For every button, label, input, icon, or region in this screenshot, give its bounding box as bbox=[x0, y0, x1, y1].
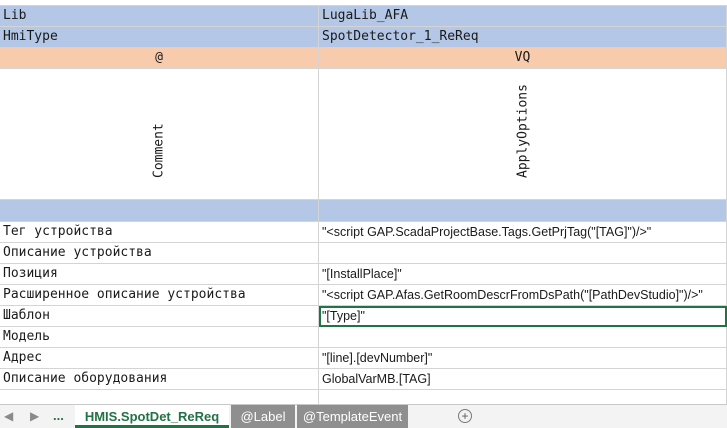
cell-data-value[interactable] bbox=[319, 327, 727, 348]
header-comment-text: Comment bbox=[151, 123, 167, 178]
spreadsheet-grid: Lib LugaLib_AFA HmiType SpotDetector_1_R… bbox=[0, 0, 727, 404]
tab-hmis-spotdet-rereq[interactable]: HMIS.SpotDet_ReReq bbox=[75, 405, 229, 428]
cell-marker-at[interactable]: @ bbox=[0, 48, 319, 69]
cell-data-value-selected[interactable]: "[Type]" bbox=[319, 306, 727, 327]
cell-data-key[interactable]: Тег устройства bbox=[0, 222, 319, 243]
cell-empty[interactable] bbox=[0, 390, 319, 404]
cell-data-value[interactable]: "[InstallPlace]" bbox=[319, 264, 727, 285]
cell-empty[interactable] bbox=[319, 390, 727, 404]
cell-data-key[interactable]: Расширенное описание устройства bbox=[0, 285, 319, 306]
tab-template-event[interactable]: @TemplateEvent bbox=[297, 405, 408, 428]
cell-header-applyoptions[interactable]: ApplyOptions bbox=[319, 69, 727, 200]
cell-marker-vq[interactable]: VQ bbox=[319, 48, 727, 69]
cell-separator-left[interactable] bbox=[0, 200, 319, 222]
cell-hmitype-key[interactable]: HmiType bbox=[0, 27, 319, 48]
cell-data-value[interactable]: "<script GAP.ScadaProjectBase.Tags.GetPr… bbox=[319, 222, 727, 243]
cell-data-value[interactable] bbox=[319, 243, 727, 264]
scroll-tabs-right-icon[interactable]: ▶ bbox=[30, 409, 39, 423]
scroll-tabs-left-icon[interactable]: ◀ bbox=[4, 409, 13, 423]
cell-lib-key[interactable]: Lib bbox=[0, 6, 319, 27]
cell-lib-value[interactable]: LugaLib_AFA bbox=[319, 6, 727, 27]
cell-data-key[interactable]: Адрес bbox=[0, 348, 319, 369]
cell-header-comment[interactable]: Comment bbox=[0, 69, 319, 200]
cell-data-key[interactable]: Описание устройства bbox=[0, 243, 319, 264]
more-sheets-ellipsis[interactable]: ... bbox=[53, 408, 64, 423]
cell-data-key[interactable]: Шаблон bbox=[0, 306, 319, 327]
sheet-tab-bar: ◀ ▶ ... HMIS.SpotDet_ReReq @Label @Templ… bbox=[0, 404, 727, 428]
add-sheet-icon[interactable]: + bbox=[458, 409, 472, 423]
cell-hmitype-value[interactable]: SpotDetector_1_ReReq bbox=[319, 27, 727, 48]
tab-label[interactable]: @Label bbox=[231, 405, 295, 428]
cell-data-value[interactable]: GlobalVarMB.[TAG] bbox=[319, 369, 727, 390]
cell-separator-right[interactable] bbox=[319, 200, 727, 222]
cell-data-value[interactable]: "<script GAP.Afas.GetRoomDescrFromDsPath… bbox=[319, 285, 727, 306]
header-applyoptions-text: ApplyOptions bbox=[515, 84, 530, 178]
cell-data-key[interactable]: Описание оборудования bbox=[0, 369, 319, 390]
cell-data-key[interactable]: Позиция bbox=[0, 264, 319, 285]
cell-data-key[interactable]: Модель bbox=[0, 327, 319, 348]
cell-data-value[interactable]: "[line].[devNumber]" bbox=[319, 348, 727, 369]
